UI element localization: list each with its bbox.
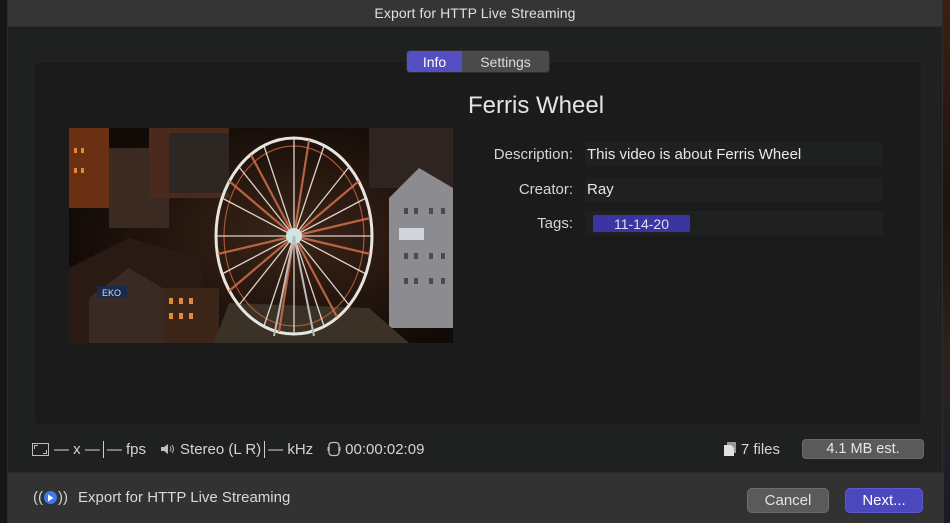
ferris-wheel-image: EKO: [69, 128, 453, 343]
separator: [264, 440, 266, 458]
creator-row: Creator: Ray: [468, 177, 883, 202]
video-thumbnail: EKO: [69, 128, 453, 343]
next-button[interactable]: Next...: [845, 488, 923, 513]
description-row: Description: This video is about Ferris …: [468, 142, 883, 167]
svg-text:EKO: EKO: [102, 288, 121, 298]
creator-field[interactable]: Ray: [585, 177, 883, 202]
description-label: Description:: [493, 146, 573, 163]
tags-label: Tags:: [537, 215, 573, 232]
export-type-label: Export for HTTP Live Streaming: [78, 489, 291, 506]
sample-rate-text: — kHz: [268, 440, 314, 458]
frame-size-icon: [32, 442, 49, 456]
tags-field[interactable]: 11-14-20: [585, 211, 883, 236]
description-field[interactable]: This video is about Ferris Wheel: [585, 142, 883, 167]
audio-channels-text: Stereo (L R): [180, 440, 262, 458]
cancel-button[interactable]: Cancel: [747, 488, 829, 513]
dialog-titlebar: Export for HTTP Live Streaming: [8, 0, 942, 27]
tags-row: Tags: 11-14-20: [468, 211, 883, 236]
video-title: Ferris Wheel: [468, 92, 605, 119]
separator: [102, 440, 104, 458]
hls-broadcast-icon: (()): [33, 489, 68, 506]
resolution-text: — x —: [54, 440, 100, 458]
files-icon: [723, 441, 737, 457]
dialog-title: Export for HTTP Live Streaming: [374, 5, 576, 21]
size-estimate: 4.1 MB est.: [802, 439, 924, 459]
duration-text: 00:00:02:09: [345, 440, 425, 458]
dialog-footer: (()) Export for HTTP Live Streaming Canc…: [8, 472, 944, 523]
status-bar: — x — — fps Stereo (L R) — kHz 00:00:02:…: [8, 436, 944, 462]
export-dialog: Export for HTTP Live Streaming Info Sett…: [7, 0, 944, 523]
tab-control: Info Settings: [406, 50, 550, 73]
tab-info[interactable]: Info: [407, 51, 462, 72]
fps-text: — fps: [106, 440, 147, 458]
duration-icon: [327, 441, 341, 457]
speaker-icon: [160, 442, 176, 456]
files-count: 7 files: [740, 440, 780, 458]
creator-label: Creator:: [518, 181, 573, 198]
tab-settings[interactable]: Settings: [462, 51, 549, 72]
tag-token[interactable]: 11-14-20: [593, 215, 690, 232]
